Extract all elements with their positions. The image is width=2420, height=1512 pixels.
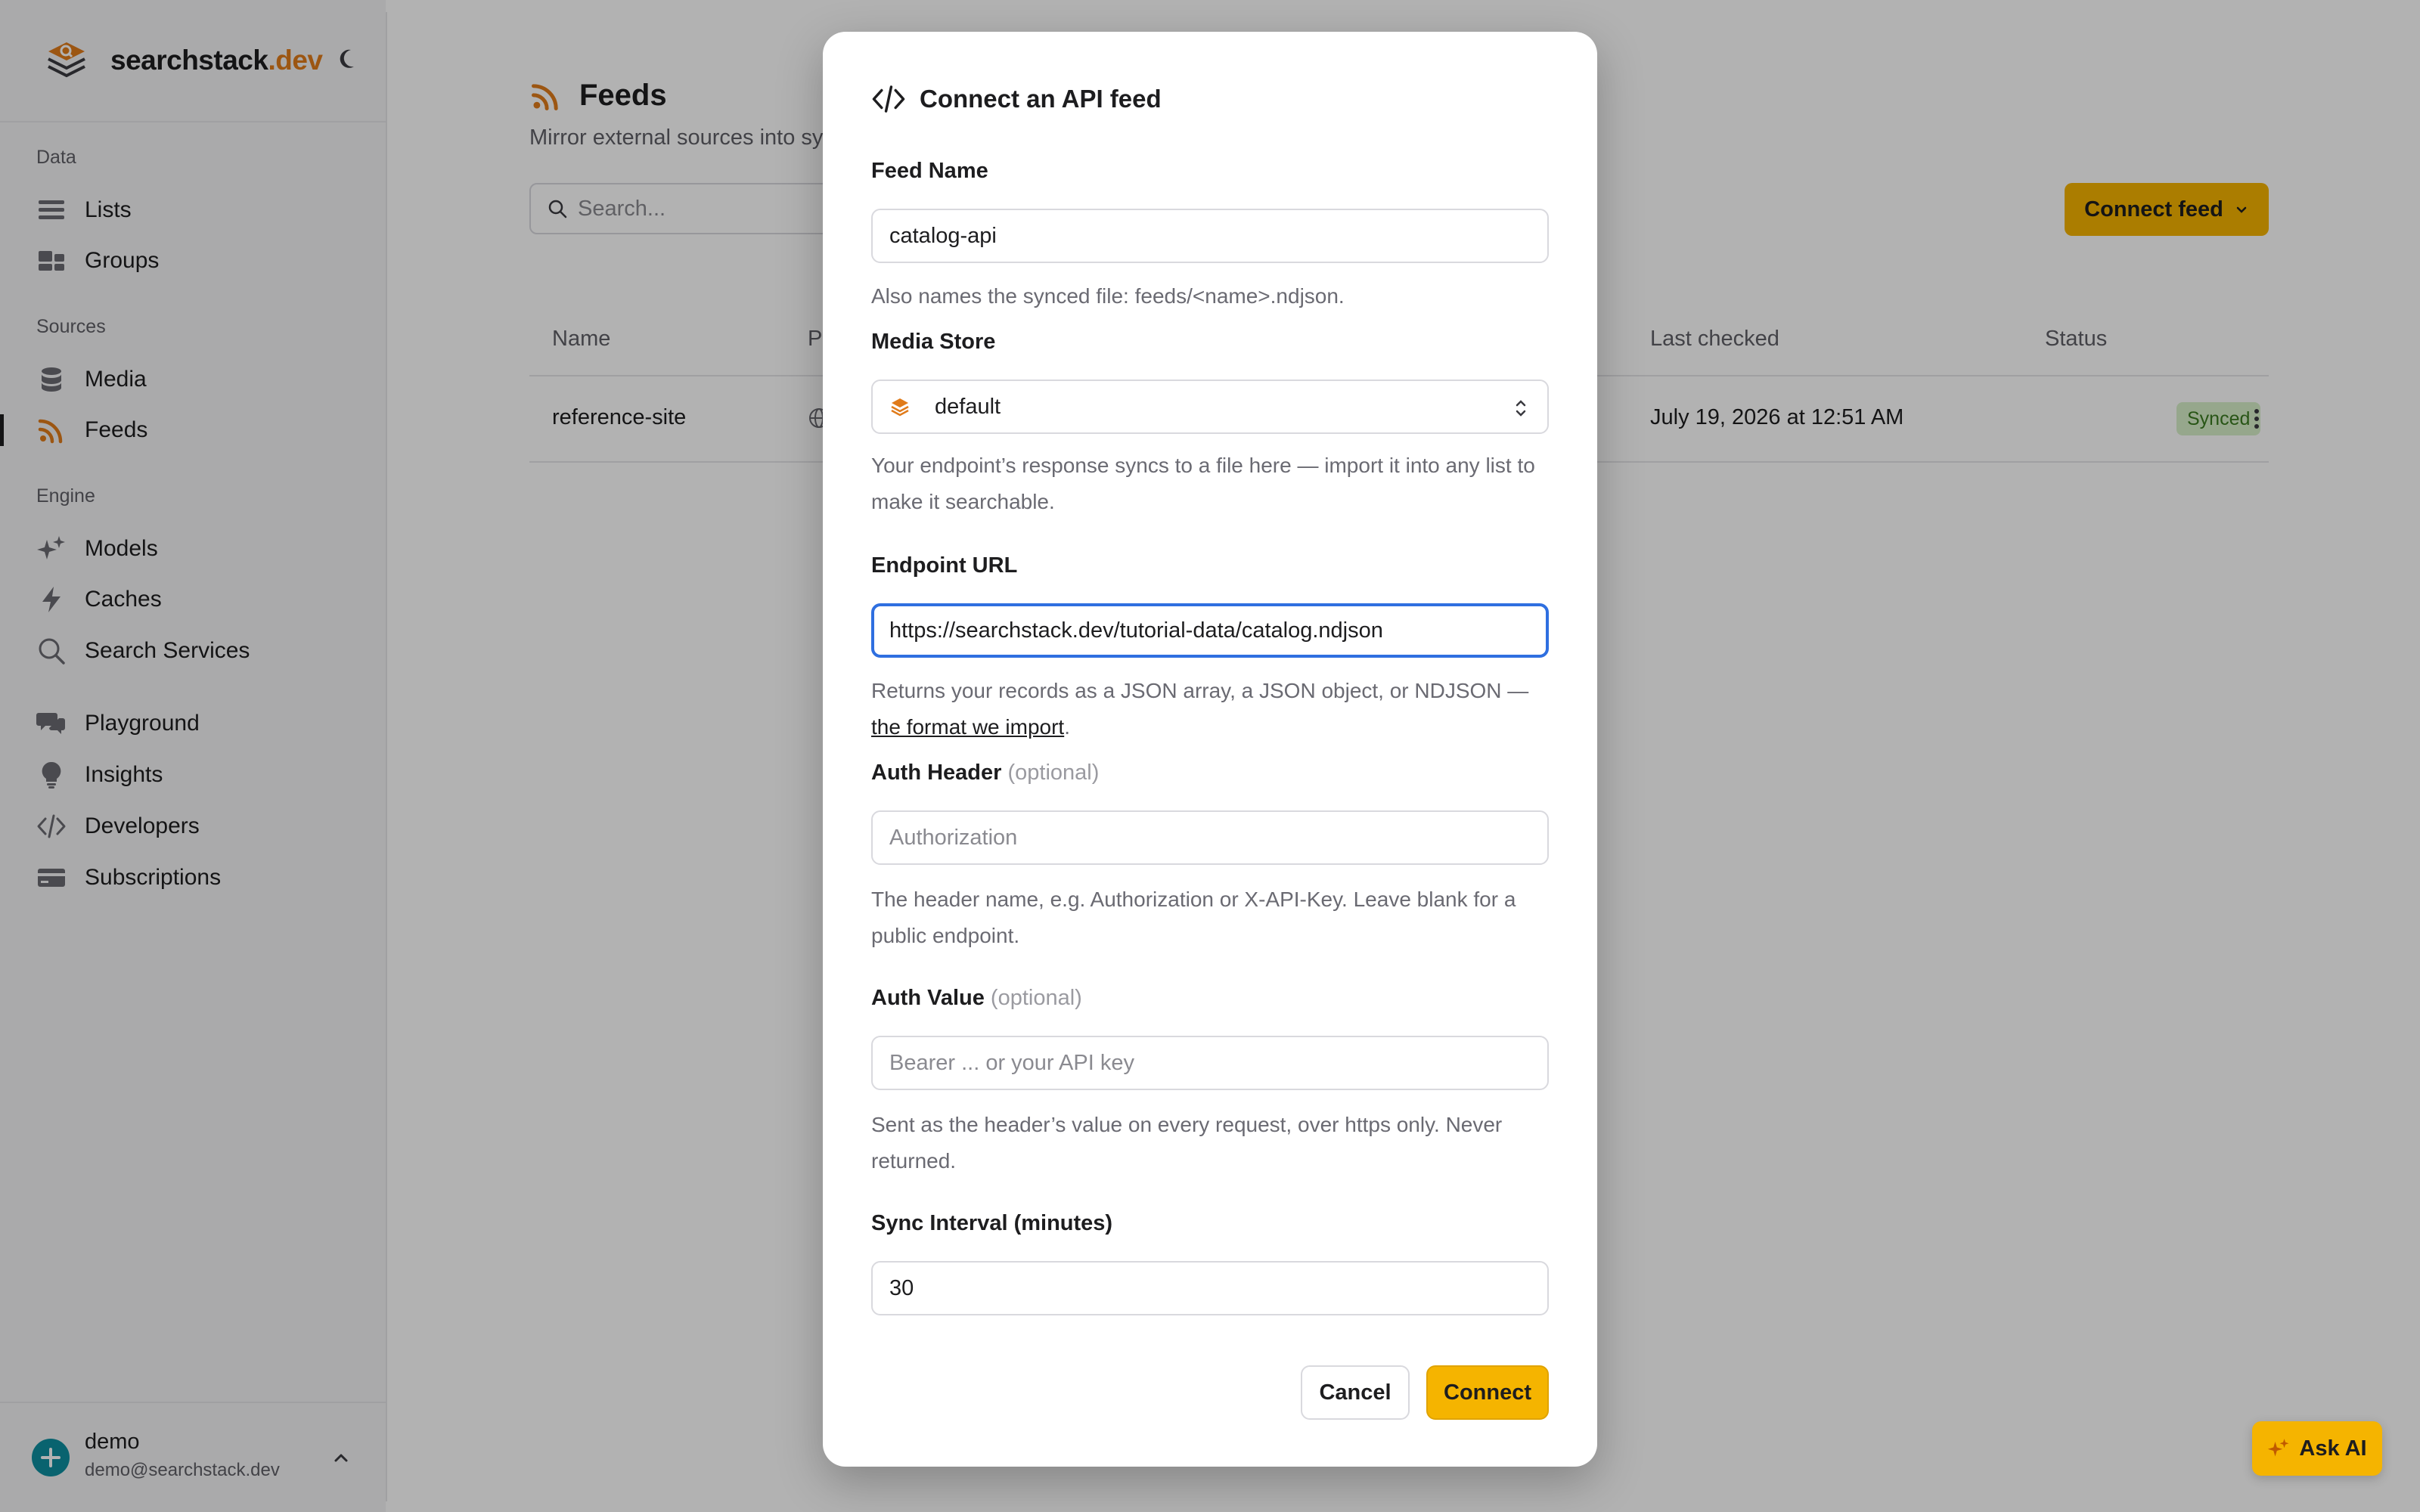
- feed-name-help: Also names the synced file: feeds/<name>…: [871, 284, 1345, 308]
- endpoint-url-field[interactable]: https://searchstack.dev/tutorial-data/ca…: [871, 603, 1549, 658]
- sparkles-icon: [2268, 1439, 2289, 1457]
- auth-value-placeholder: Bearer ... or your API key: [889, 1050, 1134, 1075]
- feed-name-label: Feed Name: [871, 159, 988, 183]
- stack-icon: [891, 398, 909, 417]
- chevron-up-down-icon: [1516, 400, 1526, 417]
- auth-value-field[interactable]: Bearer ... or your API key: [871, 1036, 1549, 1090]
- auth-header-help: The header name, e.g. Authorization or X…: [871, 888, 1516, 947]
- dialog-title: Connect an API feed: [920, 85, 1162, 113]
- auth-header-placeholder: Authorization: [889, 825, 1018, 850]
- sync-interval-value: 30: [889, 1275, 914, 1300]
- endpoint-url-label: Endpoint URL: [871, 553, 1018, 578]
- auth-header-field[interactable]: Authorization: [871, 810, 1549, 865]
- media-store-select[interactable]: default: [871, 380, 1549, 434]
- auth-value-help: Sent as the header’s value on every requ…: [871, 1113, 1503, 1173]
- media-store-value: default: [935, 394, 1001, 419]
- sync-interval-label: Sync Interval (minutes): [871, 1211, 1113, 1235]
- ask-ai-button[interactable]: Ask AI: [2252, 1421, 2382, 1476]
- ask-ai-label: Ask AI: [2299, 1436, 2367, 1461]
- endpoint-url-help: Returns your records as a JSON array, a …: [871, 679, 1529, 739]
- feed-name-field[interactable]: catalog-api: [871, 209, 1549, 263]
- sync-interval-field[interactable]: 30: [871, 1261, 1549, 1315]
- media-store-help: Your endpoint’s response syncs to a file…: [871, 454, 1535, 513]
- format-link[interactable]: the format we import: [871, 715, 1064, 739]
- connect-api-feed-dialog: Connect an API feed Feed Name catalog-ap…: [823, 32, 1597, 1467]
- code-icon: [872, 85, 905, 113]
- dialog-header: Connect an API feed: [871, 82, 1162, 116]
- feed-name-value: catalog-api: [889, 223, 997, 248]
- media-store-label: Media Store: [871, 330, 996, 354]
- auth-value-label: Auth Value (optional): [871, 986, 1082, 1010]
- cancel-button[interactable]: Cancel: [1301, 1365, 1410, 1420]
- endpoint-url-value: https://searchstack.dev/tutorial-data/ca…: [889, 618, 1383, 643]
- auth-header-label: Auth Header (optional): [871, 761, 1100, 785]
- connect-button[interactable]: Connect: [1426, 1365, 1549, 1420]
